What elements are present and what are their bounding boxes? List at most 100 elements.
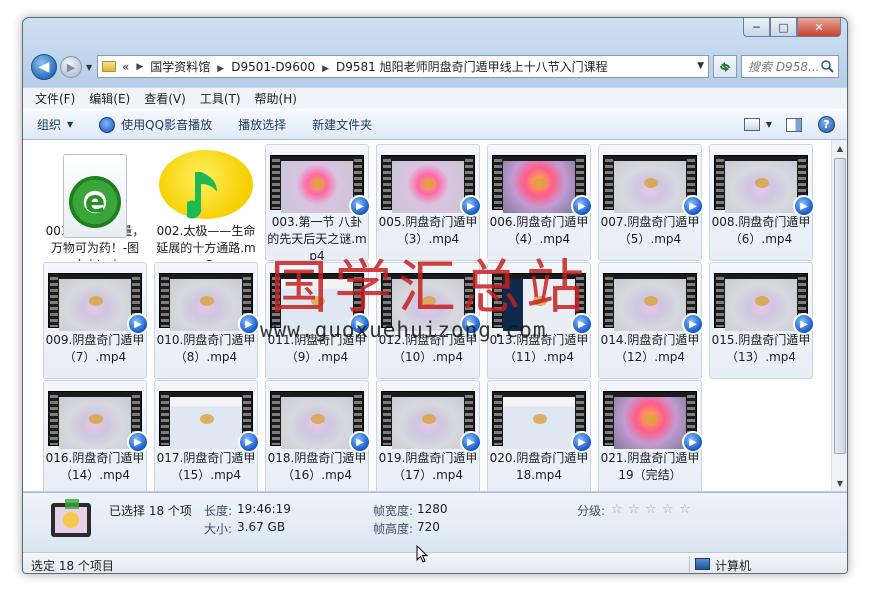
qq-player-icon: ▶ <box>571 313 593 336</box>
file-name: 016.阴盘奇门遁甲（14）.mp4 <box>45 451 145 483</box>
file-item[interactable]: ▶ 015.阴盘奇门遁甲（13）.mp4 <box>709 262 815 379</box>
menu-view[interactable]: 查看(V) <box>144 90 186 107</box>
star-icon[interactable]: ☆ <box>611 503 625 517</box>
file-item[interactable]: ▶ 020.阴盘奇门遁甲18.mp4 <box>487 380 593 491</box>
file-name: 006.阴盘奇门遁甲（4）.mp4 <box>489 215 589 247</box>
search-icon[interactable] <box>820 59 834 73</box>
qq-player-icon: ▶ <box>460 195 482 218</box>
video-thumbnail: ▶ <box>159 273 260 336</box>
menu-tools[interactable]: 工具(T) <box>200 90 241 107</box>
file-item[interactable]: ▶ 016.阴盘奇门遁甲（14）.mp4 <box>43 380 149 491</box>
search-placeholder: 搜索 D958... <box>748 60 820 74</box>
file-name: 002.太极——生命延展的十方通路.mp3 <box>156 223 256 261</box>
star-icon[interactable]: ☆ <box>662 503 676 517</box>
file-item[interactable]: 002.太极——生命延展的十方通路.mp3 <box>154 144 258 261</box>
menu-file[interactable]: 文件(F) <box>35 90 75 107</box>
file-item[interactable]: ▶ 018.阴盘奇门遁甲（16）.mp4 <box>265 380 371 491</box>
computer-icon <box>695 558 710 570</box>
video-thumbnail: ▶ <box>48 273 149 336</box>
recent-pages-chevron-icon[interactable]: ▼ <box>86 63 92 72</box>
rating-stars[interactable]: ☆ ☆ ☆ ☆ ☆ <box>611 503 696 517</box>
qq-player-icon: ▶ <box>127 431 149 454</box>
menu-help[interactable]: 帮助(H) <box>255 90 297 107</box>
file-name: 017.阴盘奇门遁甲（15）.mp4 <box>156 451 256 483</box>
internet-explorer-icon: e <box>57 152 133 238</box>
close-button[interactable]: ✕ <box>797 18 841 37</box>
preview-pane-icon[interactable] <box>786 117 802 132</box>
address-bar[interactable]: « ▶ 国学资料馆 ▶ D9501-D9600 ▶ D9581 旭阳老师阴盘奇门遁甲线上… <box>97 55 709 78</box>
frame-width-value: 1280 <box>417 502 448 516</box>
file-item[interactable]: ▶ 011.阴盘奇门遁甲（9）.mp4 <box>265 262 371 379</box>
organize-label: 组织 <box>37 118 62 132</box>
caption-buttons: ─ □ ✕ <box>743 18 841 37</box>
explorer-window: ─ □ ✕ ◀ ▶ ▼ « ▶ 国学资料馆 ▶ D9501-D9600 ▶ D9581 … <box>22 17 848 574</box>
vertical-scrollbar[interactable]: ▲ ▼ <box>831 140 847 491</box>
new-folder-button[interactable]: 新建文件夹 <box>312 116 372 133</box>
play-with-qq-button[interactable]: 使用QQ影音播放 <box>99 116 212 133</box>
search-input[interactable]: 搜索 D958... <box>741 55 839 78</box>
video-thumbnail: ▶ <box>714 273 815 336</box>
file-name: 015.阴盘奇门遁甲（13）.mp4 <box>711 333 811 365</box>
forward-button[interactable]: ▶ <box>60 56 82 78</box>
breadcrumb-overflow[interactable]: « <box>122 60 129 74</box>
qq-player-icon: ▶ <box>682 313 704 336</box>
file-name: 005.阴盘奇门遁甲（3）.mp4 <box>378 215 478 247</box>
address-dropdown-icon[interactable]: ▼ <box>697 61 704 71</box>
breadcrumb-item[interactable]: D9501-D9600 <box>231 60 315 74</box>
file-name: 014.阴盘奇门遁甲（12）.mp4 <box>600 333 700 365</box>
back-button[interactable]: ◀ <box>31 54 57 80</box>
file-item[interactable]: ▶ 007.阴盘奇门遁甲（5）.mp4 <box>598 144 704 261</box>
play-with-qq-label: 使用QQ影音播放 <box>121 118 213 132</box>
video-thumbnail: ▶ <box>159 391 260 454</box>
status-location: 计算机 <box>715 559 752 573</box>
file-item[interactable]: ▶ 017.阴盘奇门遁甲（15）.mp4 <box>154 380 260 491</box>
minimize-button[interactable]: ─ <box>743 18 770 37</box>
file-name: 018.阴盘奇门遁甲（16）.mp4 <box>267 451 367 483</box>
video-thumbnail: ▶ <box>381 273 482 336</box>
star-icon[interactable]: ☆ <box>628 503 642 517</box>
file-item[interactable]: ▶ 006.阴盘奇门遁甲（4）.mp4 <box>487 144 593 261</box>
maximize-button[interactable]: □ <box>770 18 797 37</box>
video-thumbnail: ▶ <box>492 273 593 336</box>
file-item[interactable]: ▶ 013.阴盘奇门遁甲（11）.mp4 <box>487 262 593 379</box>
file-item[interactable]: ▶ 009.阴盘奇门遁甲（7）.mp4 <box>43 262 149 379</box>
scroll-thumb[interactable] <box>834 158 846 454</box>
change-view-icon[interactable] <box>743 118 760 131</box>
file-item[interactable]: ▶ 014.阴盘奇门遁甲（12）.mp4 <box>598 262 704 379</box>
view-options-chevron-icon[interactable]: ▼ <box>766 120 772 129</box>
file-name: 019.阴盘奇门遁甲（17）.mp4 <box>378 451 478 483</box>
breadcrumb-item[interactable]: 国学资料馆 <box>150 60 210 74</box>
menu-edit[interactable]: 编辑(E) <box>89 90 130 107</box>
details-pane: 已选择 18 个项 长度: 19:46:19 大小: 3.67 GB 帧宽度: … <box>23 492 847 552</box>
breadcrumb-item[interactable]: D9581 旭阳老师阴盘奇门遁甲线上十八节入门课程 <box>336 60 608 74</box>
file-item[interactable]: ▶ 005.阴盘奇门遁甲（3）.mp4 <box>376 144 482 261</box>
video-thumbnail: ▶ <box>714 155 815 218</box>
folder-icon <box>102 61 116 72</box>
video-thumbnail: ▶ <box>270 273 371 336</box>
video-thumbnail: ▶ <box>270 155 371 218</box>
file-item[interactable]: ▶ 019.阴盘奇门遁甲（17）.mp4 <box>376 380 482 491</box>
star-icon[interactable]: ☆ <box>679 503 693 517</box>
file-item[interactable]: ▶ 012.阴盘奇门遁甲（10）.mp4 <box>376 262 482 379</box>
file-item[interactable]: e001.奇门说能量，万物可为药！-图文.html <box>43 144 147 261</box>
file-name: 008.阴盘奇门遁甲（6）.mp4 <box>711 215 811 247</box>
file-grid: e001.奇门说能量，万物可为药！-图文.html002.太极——生命延展的十方… <box>43 144 820 491</box>
help-icon[interactable]: ? <box>818 116 835 133</box>
file-item[interactable]: ▶ 008.阴盘奇门遁甲（6）.mp4 <box>709 144 815 261</box>
refresh-button[interactable] <box>713 55 737 78</box>
play-selection-button[interactable]: 播放选择 <box>238 116 286 133</box>
scroll-down-icon[interactable]: ▼ <box>832 475 847 491</box>
length-value: 19:46:19 <box>237 502 291 516</box>
star-icon[interactable]: ☆ <box>645 503 659 517</box>
file-item[interactable]: ▶ 003.第一节 八卦的先天后天之谜.mp4 <box>265 144 371 261</box>
file-item[interactable]: ▶ 010.阴盘奇门遁甲（8）.mp4 <box>154 262 260 379</box>
scroll-up-icon[interactable]: ▲ <box>832 140 847 156</box>
organize-button[interactable]: 组织 ▼ <box>37 116 73 133</box>
file-name: 010.阴盘奇门遁甲（8）.mp4 <box>156 333 256 365</box>
new-folder-label: 新建文件夹 <box>312 118 373 132</box>
mouse-cursor-icon <box>416 545 428 563</box>
file-item[interactable]: ▶ 021.阴盘奇门遁甲19（完结） <box>598 380 704 491</box>
qq-player-icon: ▶ <box>460 431 482 454</box>
video-thumbnail: ▶ <box>381 391 482 454</box>
frame-width-label: 帧宽度: <box>373 504 414 518</box>
